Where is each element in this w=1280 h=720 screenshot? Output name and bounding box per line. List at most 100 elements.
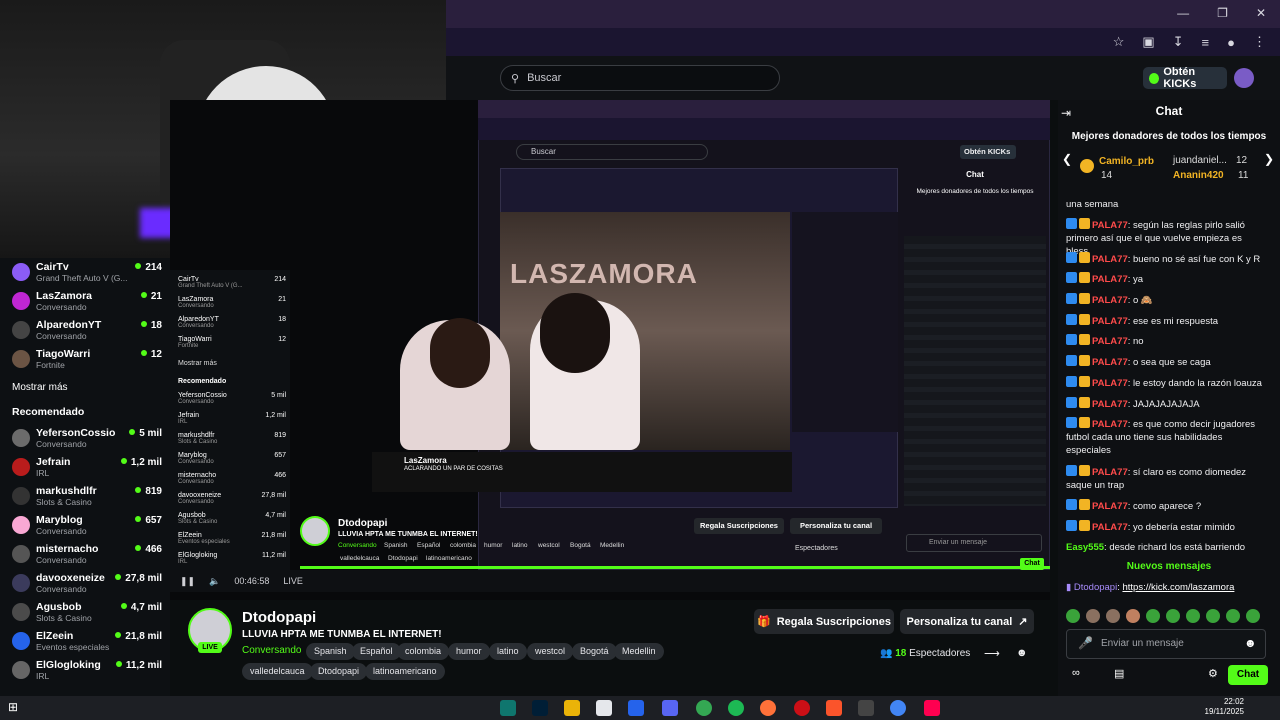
donor-name[interactable]: Camilo_prb [1099, 156, 1154, 167]
sidebar-item-recommended[interactable]: ElGlogloking IRL 11,2 mil [12, 658, 162, 682]
maximize-icon[interactable]: ❐ [1217, 6, 1228, 20]
mic-icon[interactable]: 🎤 [1078, 636, 1093, 650]
chevron-left-icon[interactable]: ❮ [1062, 152, 1072, 166]
chrome-active-icon[interactable] [890, 700, 906, 716]
inner-tag: Dtodopapi [388, 555, 418, 562]
new-messages-banner[interactable]: Nuevos mensajes [1058, 561, 1280, 572]
sidebar-item-following[interactable]: LasZamora Conversando 21 [12, 289, 162, 313]
firefox-icon[interactable] [760, 700, 776, 716]
chrome-icon[interactable] [696, 700, 712, 716]
chat-input[interactable]: Enviar un mensaje [1066, 629, 1266, 659]
windows-start-icon[interactable]: ⊞ [8, 700, 24, 716]
customize-channel-button[interactable]: Personaliza tu canal ↗ [900, 609, 1034, 634]
app-icon[interactable] [500, 700, 516, 716]
sidebar-item-recommended[interactable]: markushdlfr Slots & Casino 819 [12, 484, 162, 508]
kick-mode-icon[interactable]: ∞ [1072, 667, 1080, 679]
follow-user-icon[interactable]: ☻ [1016, 647, 1028, 659]
share-icon[interactable]: ⟶ [984, 647, 1000, 660]
stream-title: LLUVIA HPTA ME TUNMBA EL INTERNET! [242, 629, 442, 640]
close-icon[interactable]: ✕ [1256, 6, 1266, 20]
gift-subs-button[interactable]: 🎁 Regala Suscripciones [754, 609, 894, 634]
sidebar-item-following[interactable]: AlparedonYT Conversando 18 [12, 318, 162, 342]
inner-sidebar-item: ElZeein 21,8 mil Eventos especiales [178, 532, 286, 545]
search-input[interactable]: ⚲ Buscar [500, 65, 780, 91]
folder-icon[interactable] [564, 700, 580, 716]
gift-icon: 🎁 [756, 616, 771, 628]
emote-bar[interactable] [1066, 609, 1266, 623]
chat-message: PALA77: sí claro es como diomedez saque … [1066, 465, 1247, 491]
inner-sidebar-item: YefersonCossio 5 mil Conversando [178, 392, 286, 405]
tag-chip[interactable]: Dtodopapi [310, 663, 368, 680]
inner-sidebar-item: Agusbob 4,7 mil Slots & Casino [178, 512, 286, 525]
donor-amount: 11 [1238, 170, 1249, 181]
pinned-link[interactable]: https://kick.com/laszamora [1122, 582, 1234, 593]
sidebar-item-recommended[interactable]: Maryblog Conversando 657 [12, 513, 162, 537]
tag-chip[interactable]: valledelcauca [242, 663, 313, 680]
window-controls: — ❐ ✕ [1177, 6, 1266, 20]
sidebar-item-following[interactable]: CairTv Grand Theft Auto V (G... 214 [12, 260, 162, 284]
sidebar-item-recommended[interactable]: davooxeneize Conversando 27,8 mil [12, 571, 162, 595]
extensions-icon[interactable]: ▣ [1142, 34, 1154, 50]
chat-title: Chat [1155, 104, 1183, 118]
player-controls: ❚❚ 🔈 00:46:58 LIVE [170, 570, 1050, 592]
sidebar-item-following[interactable]: TiagoWarri Fortnite 12 [12, 347, 162, 371]
inner-tag: westcol [538, 542, 560, 549]
tiktok-icon[interactable] [924, 700, 940, 716]
stream-category[interactable]: Conversando [242, 645, 301, 656]
tag-chip[interactable]: latinoamericano [365, 663, 445, 680]
avatar [12, 516, 30, 534]
progress-bar[interactable] [300, 566, 1050, 569]
kick-coin-icon [1149, 72, 1160, 84]
opera-icon[interactable] [794, 700, 810, 716]
sidebar-item-recommended[interactable]: misternacho Conversando 466 [12, 542, 162, 566]
tag-chip[interactable]: Español [352, 643, 401, 660]
inner-tag: valledelcauca [340, 555, 380, 562]
minimize-icon[interactable]: — [1177, 6, 1189, 20]
donor-name[interactable]: juandaniel... [1173, 155, 1227, 166]
mail-icon[interactable] [628, 700, 644, 716]
tag-chip[interactable]: colombia [397, 643, 450, 660]
sidebar-item-recommended[interactable]: ElZeein Eventos especiales 21,8 mil [12, 629, 162, 653]
get-kicks-button[interactable]: Obtén KICKs [1143, 66, 1227, 90]
streamer-name[interactable]: Dtodopapi [242, 609, 316, 626]
show-more-link[interactable]: Mostrar más [12, 382, 68, 393]
inner-sidebar-item: Jefrain 1,2 mil IRL [178, 412, 286, 425]
tag-chip[interactable]: latino [489, 643, 527, 660]
user-avatar[interactable] [1234, 68, 1254, 88]
volume-icon[interactable]: 🔈 [209, 576, 220, 587]
chat-message: PALA77: o 🙈 [1066, 293, 1264, 307]
menu-list-icon[interactable]: ≡ [1202, 35, 1210, 50]
sidebar-item-recommended[interactable]: YefersonCossio Conversando 5 mil [12, 426, 162, 450]
profile-icon[interactable]: ● [1227, 35, 1235, 50]
tag-chip[interactable]: Spanish [306, 643, 355, 660]
emoji-icon[interactable]: ☻ [1244, 636, 1257, 650]
settings-icon[interactable]: ⚙ [1208, 667, 1218, 680]
spotify-icon[interactable] [728, 700, 744, 716]
obs-icon[interactable] [858, 700, 874, 716]
donors-title: Mejores donadores de todos los tiempos [1071, 131, 1267, 142]
system-clock: 22:02 19/11/2025 [1204, 697, 1244, 716]
brave-icon[interactable] [826, 700, 842, 716]
sidebar-item-recommended[interactable]: Jefrain IRL 1,2 mil [12, 455, 162, 479]
sidebar-item-recommended[interactable]: Agusbob Slots & Casino 4,7 mil [12, 600, 162, 624]
inner-sidebar-item: davooxeneize 27,8 mil Conversando [178, 492, 286, 505]
send-chat-button[interactable]: Chat [1228, 665, 1268, 685]
nested-toolbar [478, 118, 1050, 140]
inner-show-more: Mostrar más [178, 360, 217, 367]
donor-name[interactable]: Ananin420 [1173, 170, 1224, 181]
chevron-right-icon[interactable]: ❯ [1264, 152, 1274, 166]
photoshop-icon[interactable] [532, 700, 548, 716]
star-icon[interactable]: ☆ [1113, 34, 1125, 50]
gift-chat-icon[interactable]: ▤ [1114, 667, 1124, 680]
tag-chip[interactable]: Medellin [614, 643, 664, 660]
tag-chip[interactable]: Bogotá [572, 643, 617, 660]
more-icon[interactable]: ⋮ [1253, 34, 1266, 50]
download-icon[interactable]: ↧ [1173, 34, 1184, 50]
calculator-icon[interactable] [596, 700, 612, 716]
discord-icon[interactable] [662, 700, 678, 716]
pause-icon[interactable]: ❚❚ [180, 576, 195, 587]
tag-chip[interactable]: westcol [527, 643, 574, 660]
inner-tag: latino [512, 542, 528, 549]
tag-chip[interactable]: humor [448, 643, 490, 660]
chat-message: Easy555: desde richard los está barriend… [1066, 542, 1246, 553]
